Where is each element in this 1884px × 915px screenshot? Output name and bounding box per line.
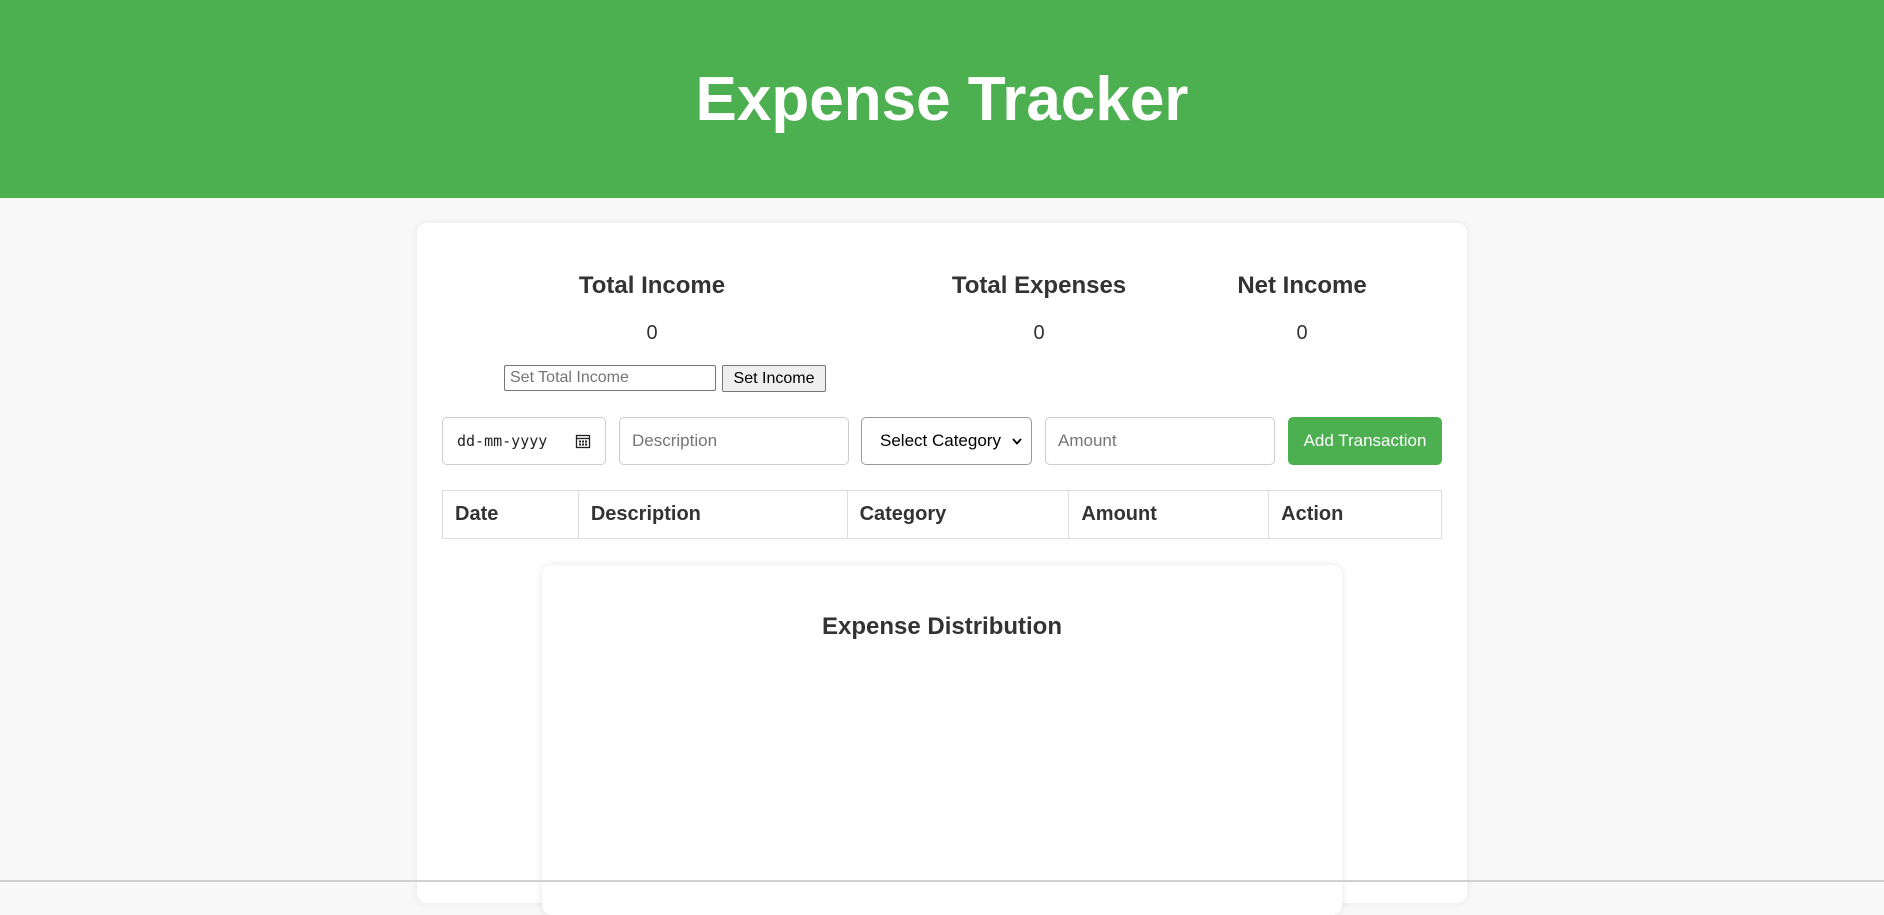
category-selected-value: Select Category	[880, 431, 1001, 450]
date-input[interactable]: dd-mm-yyyy	[442, 417, 606, 465]
calendar-icon[interactable]	[575, 433, 591, 449]
set-total-income-input[interactable]	[504, 365, 716, 391]
column-header-date: Date	[442, 490, 579, 539]
amount-input[interactable]	[1045, 417, 1275, 465]
app-header: Expense Tracker	[0, 0, 1884, 198]
net-income-label: Net Income	[1237, 272, 1367, 299]
total-income-value: 0	[646, 322, 658, 344]
category-select[interactable]: Select Category	[861, 417, 1032, 465]
column-header-category: Category	[846, 490, 1070, 539]
column-header-description: Description	[577, 490, 848, 539]
column-header-action: Action	[1268, 490, 1442, 539]
description-input[interactable]	[619, 417, 849, 465]
chart-title: Expense Distribution	[821, 613, 1063, 640]
app-title: Expense Tracker	[695, 64, 1189, 134]
net-income-value: 0	[1296, 322, 1308, 344]
transactions-table: Date Description Category Amount Action	[442, 490, 1442, 539]
main-card: Total Income 0 Total Expenses 0 Net Inco…	[417, 223, 1467, 915]
total-income-label: Total Income	[578, 272, 726, 299]
total-expenses-value: 0	[1033, 322, 1045, 344]
column-header-amount: Amount	[1068, 490, 1270, 539]
chart-canvas	[582, 665, 1302, 885]
table-header-row: Date Description Category Amount Action	[442, 490, 1442, 539]
date-placeholder: dd-mm-yyyy	[457, 432, 548, 450]
expense-chart-card: Expense Distribution	[542, 565, 1342, 915]
chevron-down-icon	[1012, 438, 1022, 445]
total-expenses-label: Total Expenses	[951, 272, 1127, 299]
add-transaction-button[interactable]: Add Transaction	[1288, 417, 1442, 465]
set-income-button[interactable]: Set Income	[722, 365, 826, 392]
